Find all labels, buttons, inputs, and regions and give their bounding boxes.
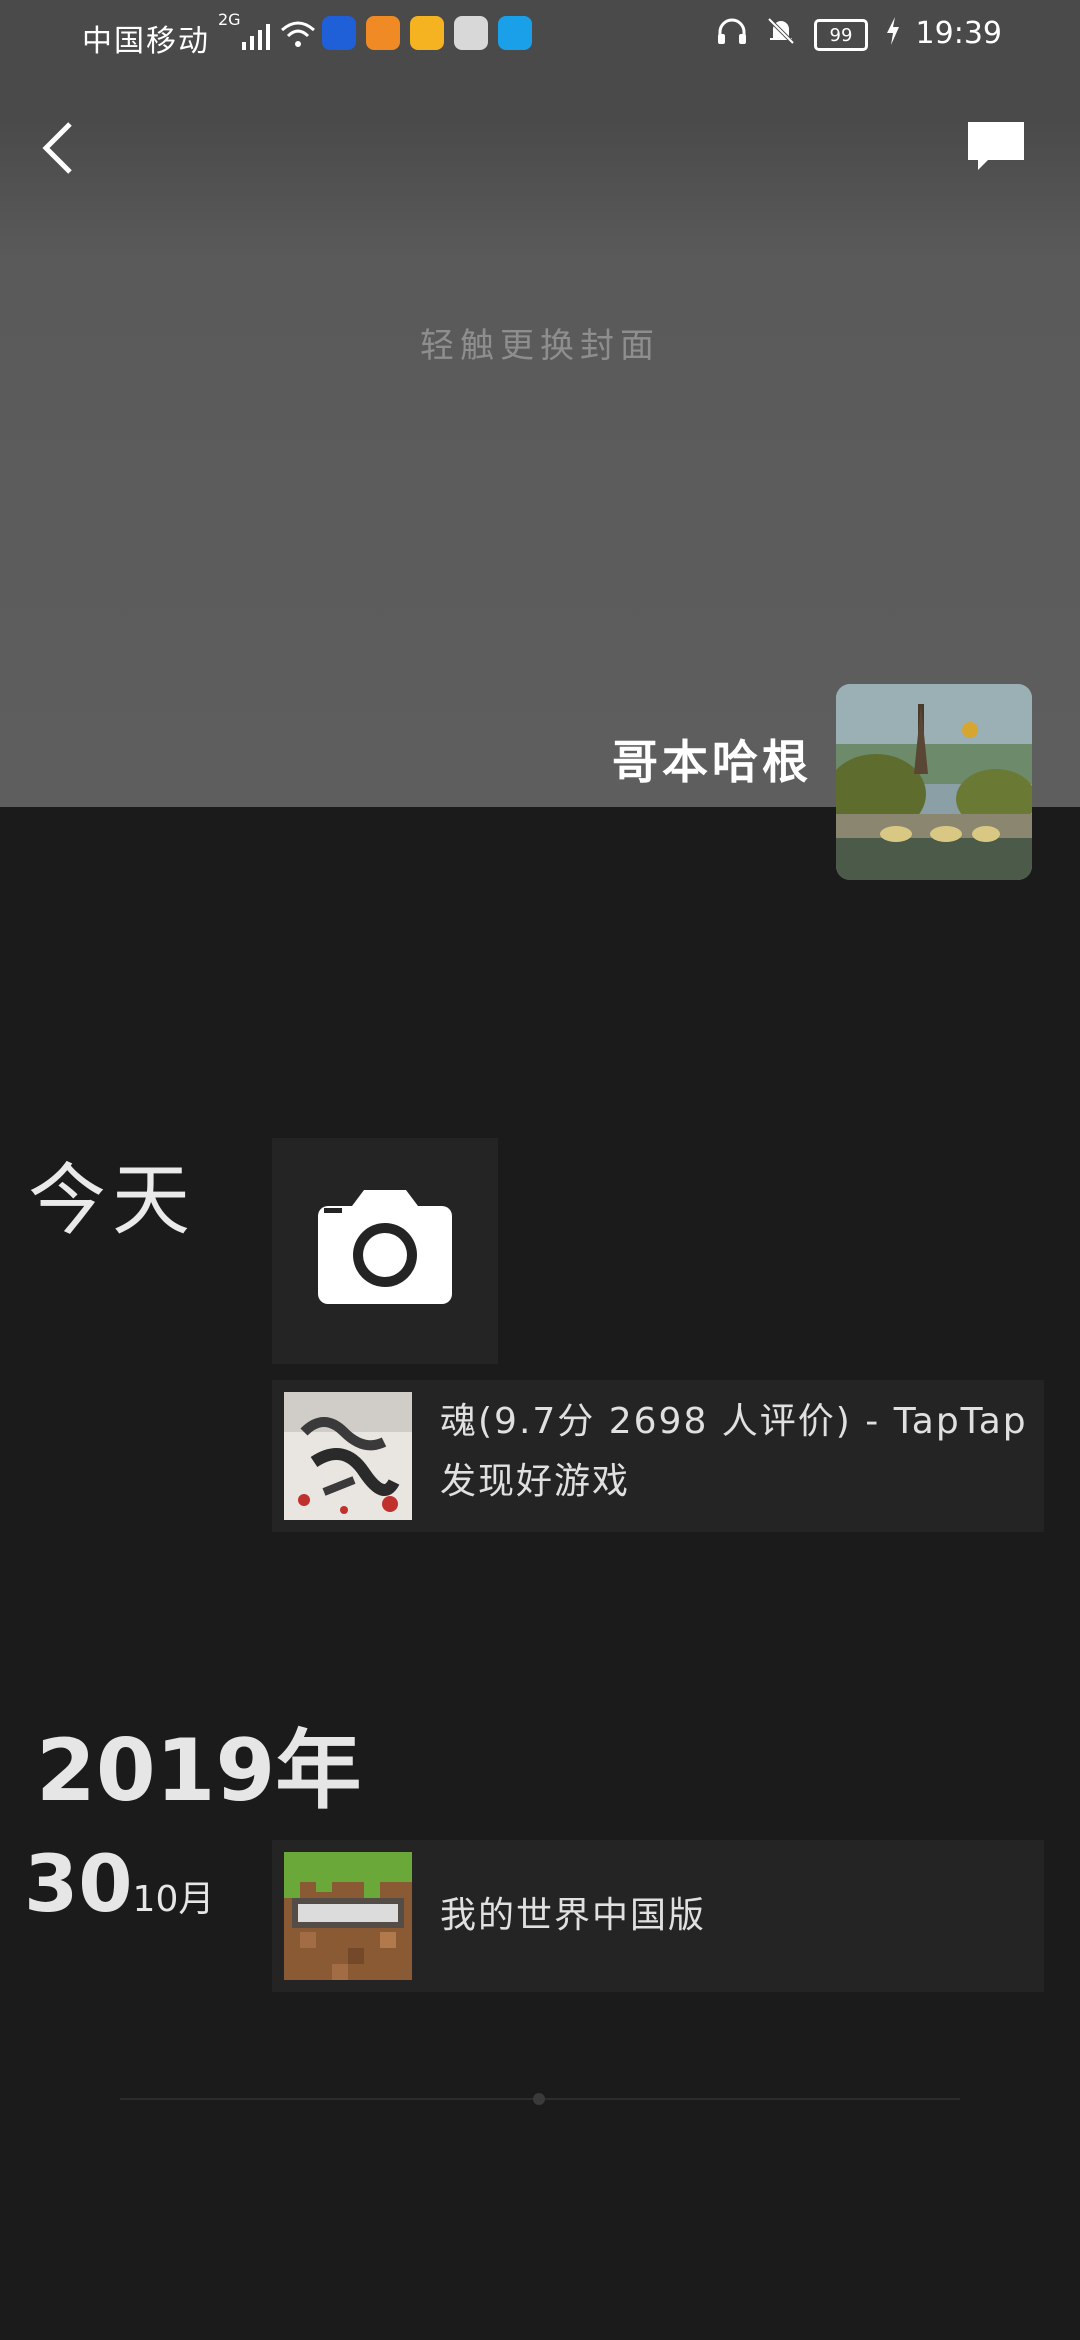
back-button[interactable] bbox=[40, 118, 80, 178]
app-icon bbox=[410, 16, 444, 50]
post-moment-button[interactable] bbox=[272, 1138, 498, 1364]
back-arrow-icon bbox=[42, 122, 72, 174]
end-dot bbox=[533, 2093, 545, 2105]
post-subtitle: 发现好游戏 bbox=[440, 1461, 631, 1502]
network-type: 2G bbox=[218, 10, 241, 29]
year-label: 2019年 bbox=[36, 1721, 362, 1821]
app-icon bbox=[454, 16, 488, 50]
signal-icon bbox=[240, 22, 274, 58]
headphone-icon bbox=[716, 16, 748, 54]
list-item[interactable]: 魂(9.7分 2698 人评价) - TapTap 发现好游戏 bbox=[272, 1380, 1044, 1532]
battery-icon: 99 bbox=[814, 19, 868, 51]
camera-icon bbox=[318, 1190, 452, 1304]
entry-day: 30 bbox=[24, 1840, 133, 1930]
app-icon bbox=[322, 16, 356, 50]
clock: 19:39 bbox=[915, 16, 1002, 51]
status-bar: 中国移动 2G 99 19:39 bbox=[0, 0, 1080, 70]
mute-icon bbox=[766, 16, 796, 54]
entry-month: 10月 bbox=[132, 1879, 215, 1920]
shared-link-thumbnail bbox=[284, 1392, 412, 1520]
entry-date: 3010月 bbox=[24, 1840, 214, 1930]
app-icon bbox=[366, 16, 400, 50]
avatar[interactable] bbox=[836, 684, 1032, 880]
today-label: 今天 bbox=[28, 1156, 197, 1246]
charging-icon bbox=[886, 17, 900, 53]
post-title: 魂(9.7分 2698 人评价) - TapTap bbox=[440, 1401, 1028, 1442]
messages-button[interactable] bbox=[966, 120, 1026, 172]
change-cover-hint[interactable]: 轻触更换封面 bbox=[0, 318, 1080, 367]
chat-bubble-icon bbox=[968, 122, 1024, 170]
notification-app-icons bbox=[322, 16, 532, 50]
app-icon bbox=[498, 16, 532, 50]
wifi-icon bbox=[280, 20, 316, 56]
user-name: 哥本哈根 bbox=[612, 735, 812, 789]
post-title: 我的世界中国版 bbox=[440, 1895, 707, 1936]
list-item[interactable]: 我的世界中国版 bbox=[272, 1840, 1044, 1992]
minecraft-thumbnail bbox=[284, 1852, 412, 1980]
carrier-name: 中国移动 bbox=[82, 24, 210, 59]
